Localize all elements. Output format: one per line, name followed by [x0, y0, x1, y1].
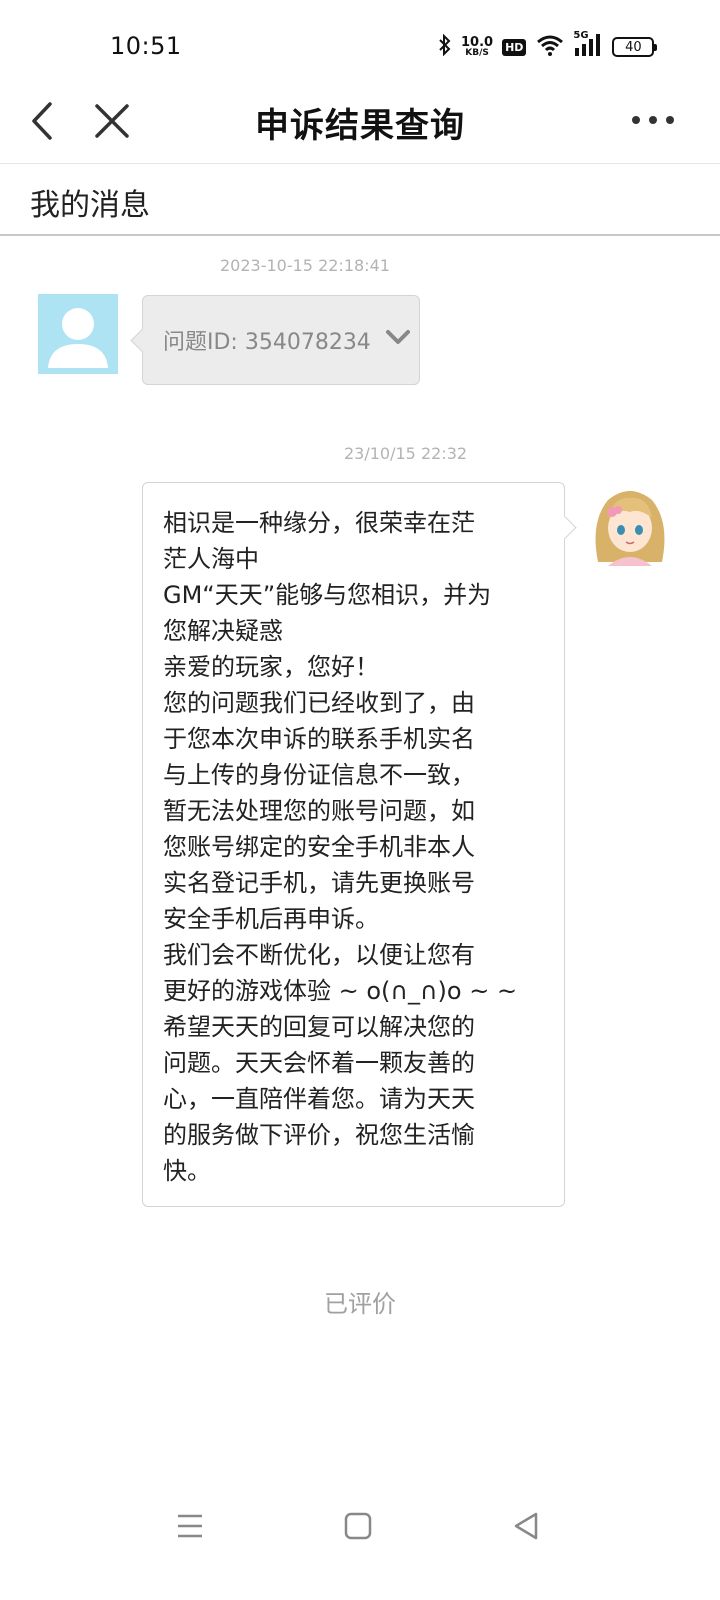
message-line: 亲爱的玩家，您好！	[163, 653, 379, 681]
message-line: 您的问题我们已经收到了，由	[163, 689, 475, 717]
message-line: 安全手机后再申诉。	[163, 905, 379, 933]
gm-avatar	[588, 482, 672, 566]
person-silhouette-icon	[48, 308, 108, 368]
rated-status-label: 已评价	[324, 1290, 396, 1318]
chevron-down-icon[interactable]	[385, 329, 411, 351]
more-options-button[interactable]	[630, 108, 676, 132]
message-line: 希望天天的回复可以解决您的	[163, 1013, 475, 1041]
status-icons: 10.0 KB/S HD 5G 40	[438, 28, 658, 66]
network-speed: 10.0 KB/S	[461, 36, 493, 58]
triangle-back-icon	[514, 1512, 538, 1540]
message-line: 您账号绑定的安全手机非本人	[163, 833, 475, 861]
message-line: 更好的游戏体验 ~ o(∩_∩)o ~ ~	[163, 977, 518, 1005]
recent-apps-button[interactable]	[172, 1508, 208, 1544]
hd-badge: HD	[502, 38, 527, 56]
user-avatar	[38, 294, 118, 374]
home-button[interactable]	[340, 1508, 376, 1544]
status-time: 10:51	[110, 32, 182, 60]
message-line: 问题。天天会怀着一颗友善的	[163, 1049, 475, 1077]
question-id-text: 问题ID: 354078234	[163, 330, 371, 355]
message-line: 相识是一种缘分，很荣幸在茫	[163, 509, 475, 537]
battery-level: 40	[625, 39, 642, 55]
message-line: 暂无法处理您的账号问题，如	[163, 797, 475, 825]
nav-bar: 申诉结果查询	[0, 80, 720, 164]
message-line: 茫人海中	[163, 545, 259, 573]
wifi-icon	[536, 34, 564, 60]
question-id-bubble[interactable]: 问题ID: 354078234	[142, 295, 420, 385]
anime-girl-avatar-icon	[595, 491, 665, 566]
message-line: 与上传的身份证信息不一致，	[163, 761, 475, 789]
page-title: 申诉结果查询	[255, 106, 465, 146]
message-timestamp: 2023-10-15 22:18:41	[220, 256, 390, 275]
message-line: 我们会不断优化，以便让您有	[163, 941, 475, 969]
battery-indicator: 40	[612, 37, 658, 57]
menu-lines-icon	[178, 1514, 202, 1538]
square-home-icon	[344, 1512, 372, 1540]
cellular-signal-icon: 5G	[573, 30, 603, 60]
network-speed-unit: KB/S	[465, 48, 489, 58]
message-line: 的服务做下评价，祝您生活愉	[163, 1121, 475, 1149]
message-line: 您解决疑惑	[163, 617, 283, 645]
section-title: 我的消息	[30, 188, 150, 223]
bluetooth-icon	[438, 33, 452, 60]
message-line: 实名登记手机，请先更换账号	[163, 869, 475, 897]
message-line: 心，一直陪伴着您。请为天天	[163, 1085, 475, 1113]
message-timestamp: 23/10/15 22:32	[344, 444, 468, 463]
system-navigation-bar	[0, 1496, 720, 1556]
more-dots-icon	[632, 116, 674, 124]
message-line: 快。	[163, 1157, 211, 1185]
message-line: 于您本次申诉的联系手机实名	[163, 725, 475, 753]
message-line: GM“天天”能够与您相识，并为	[163, 581, 492, 609]
gm-reply-bubble: 相识是一种缘分，很荣幸在茫 茫人海中 GM“天天”能够与您相识，并为 您解决疑惑…	[142, 482, 565, 1207]
section-header: 我的消息	[0, 164, 720, 236]
system-back-button[interactable]	[508, 1508, 544, 1544]
signal-5g-label: 5G	[573, 30, 589, 41]
